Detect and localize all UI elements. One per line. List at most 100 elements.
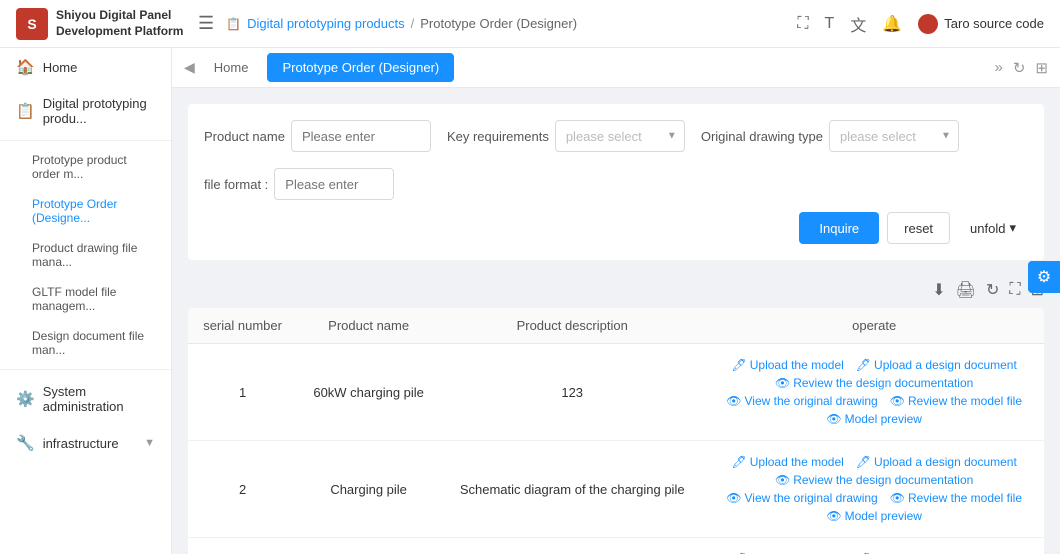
key-requirements-select[interactable]: please select xyxy=(555,120,685,152)
filter-row: Product name Key requirements please sel… xyxy=(204,120,1028,200)
page-content: Product name Key requirements please sel… xyxy=(172,88,1060,554)
col-serial: serial number xyxy=(188,308,297,344)
sidebar-item-proto-designer[interactable]: Prototype Order (Designe... xyxy=(0,189,171,233)
upload-design-doc-link-1[interactable]: 🖊 Upload a design document xyxy=(856,358,1017,372)
cell-product-name-2: Charging pile xyxy=(297,441,440,538)
col-product-name: Product name xyxy=(297,308,440,344)
cell-product-name-1: 60kW charging pile xyxy=(297,344,440,441)
table-row: 1 60kW charging pile 123 🖊 Upload the mo… xyxy=(188,344,1044,441)
tab-collapse-icon[interactable]: ◀ xyxy=(184,59,195,76)
operate-row-1c: 👁 View the original drawing 👁 Review the… xyxy=(726,394,1022,408)
menu-toggle-icon[interactable]: ☰ xyxy=(198,13,214,34)
operate-row-1a: 🖊 Upload the model 🖊 Upload a design doc… xyxy=(732,358,1017,372)
logo-text: Shiyou Digital Panel Development Platfor… xyxy=(56,8,183,39)
breadcrumb: 📋 Digital prototyping products / Prototy… xyxy=(226,16,785,31)
inquire-button[interactable]: Inquire xyxy=(799,212,879,244)
sidebar-item-infrastructure[interactable]: 🔧 infrastructure ▼ xyxy=(0,424,171,462)
upload-model-link-1[interactable]: 🖊 Upload the model xyxy=(732,358,844,372)
eye-icon-2c: 👁 xyxy=(890,491,905,505)
system-admin-icon: ⚙️ xyxy=(16,390,35,408)
original-drawing-label: Original drawing type xyxy=(701,129,823,144)
header-actions: ⛶ T 文 🔔 Taro source code xyxy=(797,12,1044,36)
model-preview-link-1[interactable]: 👁 Model preview xyxy=(826,412,922,426)
sidebar-item-home[interactable]: 🏠 Home xyxy=(0,48,171,86)
tab-grid-icon[interactable]: ⊞ xyxy=(1035,59,1048,77)
filter-product-name: Product name xyxy=(204,120,431,152)
sidebar-sub-design-doc-label: Design document file man... xyxy=(32,329,144,357)
unfold-button[interactable]: unfold ▾ xyxy=(958,212,1028,244)
upload-model-link-2[interactable]: 🖊 Upload the model xyxy=(732,455,844,469)
review-model-file-link-1[interactable]: 👁 Review the model file xyxy=(890,394,1022,408)
table-body: 1 60kW charging pile 123 🖊 Upload the mo… xyxy=(188,344,1044,554)
tab-refresh-icon[interactable]: ↻ xyxy=(1013,59,1026,77)
sidebar-item-proto-order[interactable]: Prototype product order m... xyxy=(0,145,171,189)
tab-home[interactable]: Home xyxy=(199,53,264,82)
eye-icon-1b: 👁 xyxy=(726,394,741,408)
product-name-input[interactable] xyxy=(291,120,431,152)
breadcrumb-page-icon: 📋 xyxy=(226,17,241,31)
cell-serial-1: 1 xyxy=(188,344,297,441)
user-name: Taro source code xyxy=(944,16,1044,31)
infrastructure-expand-icon: ▼ xyxy=(144,437,155,449)
bell-icon[interactable]: 🔔 xyxy=(882,14,902,34)
digital-icon: 📋 xyxy=(16,102,35,120)
view-original-drawing-link-2[interactable]: 👁 View the original drawing xyxy=(726,491,877,505)
operate-row-2c: 👁 View the original drawing 👁 Review the… xyxy=(726,491,1022,505)
review-design-doc-link-2[interactable]: 👁 Review the design documentation xyxy=(775,473,973,487)
eye-icon-2a: 👁 xyxy=(775,473,790,487)
tab-proto-designer[interactable]: Prototype Order (Designer) xyxy=(267,53,454,82)
view-original-drawing-link-1[interactable]: 👁 View the original drawing xyxy=(726,394,877,408)
upload-icon-2: 🖊 xyxy=(732,455,747,469)
table: serial number Product name Product descr… xyxy=(188,308,1044,554)
logo-area: S Shiyou Digital Panel Development Platf… xyxy=(16,8,186,40)
sidebar-item-digital-label: Digital prototyping produ... xyxy=(43,96,155,126)
sidebar-item-digital[interactable]: 📋 Digital prototyping produ... xyxy=(0,86,171,136)
eye-icon-1d: 👁 xyxy=(826,412,841,426)
tab-bar: ◀ Home Prototype Order (Designer) » ↻ ⊞ xyxy=(172,48,1060,88)
eye-icon-2d: 👁 xyxy=(826,509,841,523)
sidebar-item-system-admin-label: System administration xyxy=(43,384,155,414)
sidebar-divider xyxy=(0,140,171,141)
cell-product-desc-3: 1111 xyxy=(440,538,704,554)
breadcrumb-link[interactable]: Digital prototyping products xyxy=(247,16,405,31)
logo-icon: S xyxy=(16,8,48,40)
breadcrumb-current: Prototype Order (Designer) xyxy=(420,16,577,31)
review-design-doc-link-1[interactable]: 👁 Review the design documentation xyxy=(775,376,973,390)
reset-button[interactable]: reset xyxy=(887,212,950,244)
operate-links-1: 🖊 Upload the model 🖊 Upload a design doc… xyxy=(716,358,1032,426)
product-name-label: Product name xyxy=(204,129,285,144)
refresh-icon[interactable]: ↻ xyxy=(986,280,999,300)
sidebar-item-product-drawing[interactable]: Product drawing file mana... xyxy=(0,233,171,277)
fullscreen-icon[interactable]: ⛶ xyxy=(1009,281,1020,299)
operate-row-1d: 👁 Model preview xyxy=(826,412,922,426)
filter-original-drawing: Original drawing type please select xyxy=(701,120,959,152)
translate-icon[interactable]: 文 xyxy=(850,12,866,36)
original-drawing-select[interactable]: please select xyxy=(829,120,959,152)
unfold-chevron-icon: ▾ xyxy=(1009,220,1016,236)
operate-row-2b: 👁 Review the design documentation xyxy=(775,473,973,487)
cell-serial-3: 3 xyxy=(188,538,297,554)
user-area[interactable]: Taro source code xyxy=(918,14,1044,34)
upload-icon-1: 🖊 xyxy=(732,358,747,372)
file-format-input[interactable] xyxy=(274,168,394,200)
upload-design-doc-link-2[interactable]: 🖊 Upload a design document xyxy=(856,455,1017,469)
filter-key-requirements: Key requirements please select xyxy=(447,120,685,152)
settings-fab[interactable]: ⚙ xyxy=(1028,261,1060,293)
cell-serial-2: 2 xyxy=(188,441,297,538)
sidebar-item-system-admin[interactable]: ⚙️ System administration xyxy=(0,374,171,424)
operate-row-2d: 👁 Model preview xyxy=(826,509,922,523)
sidebar-item-design-doc[interactable]: Design document file man... xyxy=(0,321,171,365)
filter-action-row: Inquire reset unfold ▾ xyxy=(204,212,1028,244)
sidebar-item-gltf[interactable]: GLTF model file managem... xyxy=(0,277,171,321)
model-preview-link-2[interactable]: 👁 Model preview xyxy=(826,509,922,523)
upload-design-icon-1: 🖊 xyxy=(856,358,871,372)
sidebar-item-home-label: Home xyxy=(43,60,78,75)
filter-file-format: file format : xyxy=(204,168,394,200)
review-model-file-link-2[interactable]: 👁 Review the model file xyxy=(890,491,1022,505)
font-icon[interactable]: T xyxy=(825,15,835,33)
download-icon[interactable]: ⬇ xyxy=(932,280,945,300)
print-icon[interactable]: 🖨 xyxy=(956,280,976,300)
tab-more-icon[interactable]: » xyxy=(995,59,1003,76)
expand-icon[interactable]: ⛶ xyxy=(797,15,808,33)
cell-product-name-3: Test order 1 xyxy=(297,538,440,554)
